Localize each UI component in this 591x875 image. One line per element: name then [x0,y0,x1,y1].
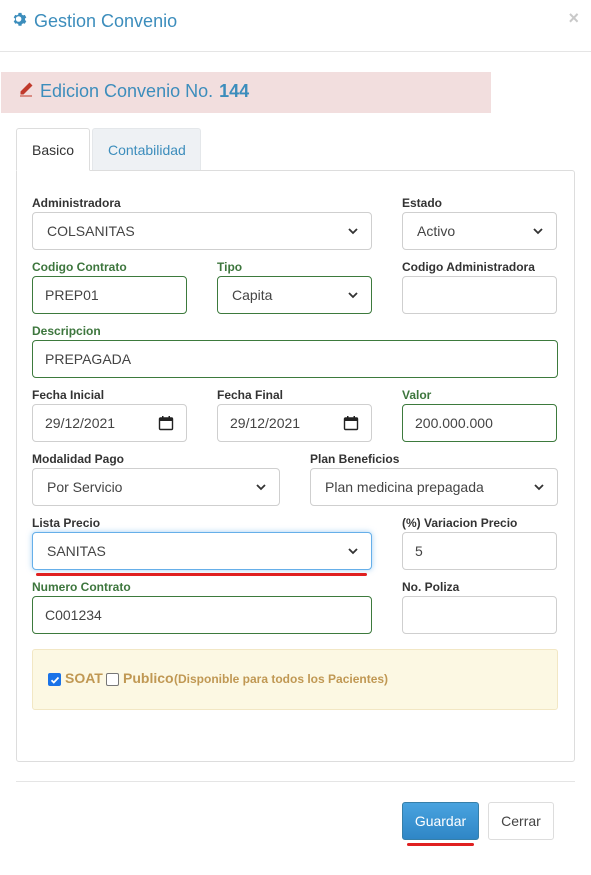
chevron-down-icon [348,292,358,299]
check-icon [50,676,60,684]
modalidad-pago-value: Por Servicio [47,479,123,495]
numero-contrato-input[interactable]: C001234 [32,596,372,634]
tab-basico[interactable]: Basico [16,128,90,171]
lista-precio-select[interactable]: SANITAS [32,532,372,570]
administradora-label: Administradora [32,196,121,210]
codigo-contrato-value: PREP01 [45,287,99,303]
descripcion-input[interactable]: PREPAGADA [32,340,558,378]
administradora-select[interactable]: COLSANITAS [32,212,372,250]
numero-contrato-label: Numero Contrato [32,580,131,594]
valor-input[interactable]: 200.000.000 [402,404,557,442]
modalidad-pago-select[interactable]: Por Servicio [32,468,280,506]
codigo-administradora-input[interactable] [402,276,557,314]
tab-contabilidad[interactable]: Contabilidad [92,128,201,171]
pencil-icon [18,81,34,102]
soat-checkbox[interactable] [48,673,61,686]
variacion-precio-value: 5 [415,543,423,559]
publico-note: (Disponible para todos los Pacientes) [174,672,389,686]
variacion-precio-input[interactable]: 5 [402,532,557,570]
footer-divider [16,781,575,782]
administradora-value: COLSANITAS [47,223,135,239]
tipo-select[interactable]: Capita [217,276,372,314]
lista-precio-label: Lista Precio [32,516,101,530]
variacion-precio-label: (%) Variacion Precio [402,516,518,530]
tipo-value: Capita [232,287,273,303]
publico-label: Publico [123,670,174,686]
chevron-down-icon [348,548,358,555]
edition-banner: Edicion Convenio No. 144 [1,72,491,113]
calendar-icon[interactable] [158,415,174,431]
chevron-down-icon [348,228,358,235]
gear-icon [12,11,28,32]
gestion-convenio-modal: Gestion Convenio × Edicion Convenio No. … [0,0,591,875]
fecha-final-label: Fecha Final [217,388,284,402]
modal-title-text: Gestion Convenio [34,11,178,31]
valor-value: 200.000.000 [415,415,493,431]
highlight-underline [407,843,474,846]
codigo-administradora-label: Codigo Administradora [402,260,535,274]
descripcion-label: Descripcion [32,324,101,338]
fecha-final-input[interactable]: 29/12/2021 [217,404,372,442]
cerrar-button[interactable]: Cerrar [488,802,554,840]
codigo-contrato-label: Codigo Contrato [32,260,127,274]
plan-beneficios-select[interactable]: Plan medicina prepagada [310,468,558,506]
modal-title: Gestion Convenio [12,11,177,32]
no-poliza-label: No. Poliza [402,580,460,594]
calendar-icon[interactable] [343,415,359,431]
fecha-inicial-value: 29/12/2021 [45,415,116,431]
codigo-contrato-input[interactable]: PREP01 [32,276,187,314]
fecha-inicial-input[interactable]: 29/12/2021 [32,404,187,442]
estado-value: Activo [417,223,456,239]
valor-label: Valor [402,388,432,402]
modalidad-pago-label: Modalidad Pago [32,452,125,466]
guardar-button[interactable]: Guardar [402,802,479,840]
chevron-down-icon [256,484,266,491]
no-poliza-input[interactable] [402,596,557,634]
chevron-down-icon [534,484,544,491]
highlight-underline [36,573,367,576]
numero-contrato-value: C001234 [45,607,102,623]
chevron-down-icon [533,228,543,235]
fecha-inicial-label: Fecha Inicial [32,388,105,402]
lista-precio-value: SANITAS [47,543,106,559]
descripcion-value: PREPAGADA [45,351,132,367]
close-icon[interactable]: × [568,9,579,27]
publico-checkbox[interactable] [106,673,119,686]
fecha-final-value: 29/12/2021 [230,415,301,431]
estado-label: Estado [402,196,443,210]
edition-number: 144 [219,81,250,101]
estado-select[interactable]: Activo [402,212,557,250]
plan-beneficios-value: Plan medicina prepagada [325,479,484,495]
plan-beneficios-label: Plan Beneficios [310,452,400,466]
edition-label: Edicion Convenio No. [40,81,214,101]
modal-header: Gestion Convenio × [0,0,591,52]
tipo-label: Tipo [217,260,243,274]
soat-label: SOAT [65,670,103,686]
